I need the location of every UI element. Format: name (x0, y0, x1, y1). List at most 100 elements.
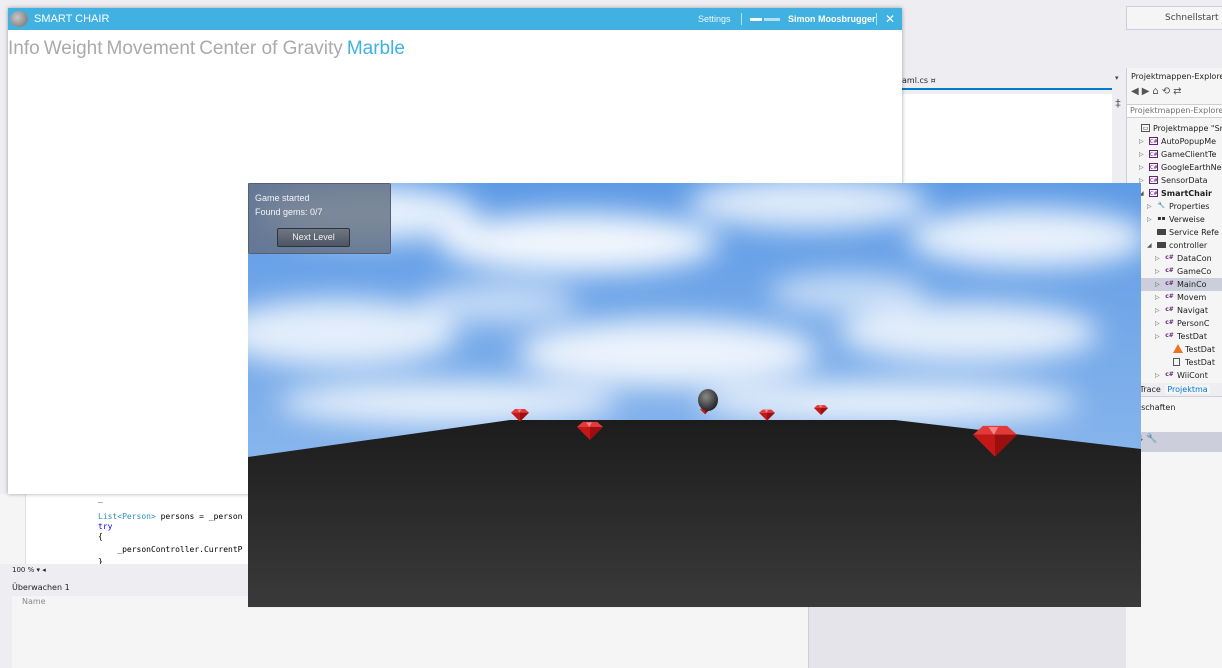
next-level-button[interactable]: Next Level (277, 228, 350, 247)
collapsed-arrow-icon[interactable]: ▷ (1155, 252, 1160, 265)
nav-tab-weight[interactable]: Weight (44, 38, 103, 59)
document-tab[interactable]: aml.cs ¤ (900, 74, 1112, 90)
nav-tab-info[interactable]: Info (8, 38, 40, 59)
cs-icon: c# (1165, 306, 1174, 313)
tree-item[interactable]: ▷ ▪▪ Verweise (1127, 213, 1222, 226)
tree-item-label: SensorData (1161, 176, 1208, 185)
code-margin (0, 494, 26, 564)
tree-item-label: MainCo (1177, 280, 1207, 289)
tree-item-label: Projektmappe "Sm (1153, 124, 1222, 133)
watch-column-name: Name (12, 596, 248, 608)
folder-icon (1157, 229, 1166, 235)
collapsed-arrow-icon[interactable]: ▷ (1155, 330, 1160, 343)
cone-icon (1173, 344, 1183, 353)
tree-item[interactable]: ▷ C# SensorData (1127, 174, 1222, 187)
marble-game-viewport[interactable]: Game started Found gems: 0/7 Next Level (248, 183, 1141, 607)
tree-item-label: Verweise (1169, 215, 1205, 224)
document-tab-label: aml.cs (902, 76, 929, 85)
title-separator (876, 13, 877, 25)
tree-item[interactable]: ▷ C# GameClientTe (1127, 148, 1222, 161)
nav-tab-movement[interactable]: Movement (107, 38, 196, 59)
tree-item[interactable]: ▷ c# DataCon (1127, 252, 1222, 265)
cs-icon: c# (1165, 280, 1174, 287)
csproj-icon: C# (1149, 150, 1158, 158)
zoom-dropdown-icon[interactable]: ▾ ◂ (36, 566, 45, 574)
tree-item-label: Navigat (1177, 306, 1208, 315)
tree-item[interactable]: Service Refe (1127, 226, 1222, 239)
tree-item[interactable]: ▷ 🔧 Properties (1127, 200, 1222, 213)
tab-solution-explorer[interactable]: Projektma (1165, 385, 1210, 394)
collapsed-arrow-icon[interactable]: ▷ (1147, 200, 1152, 213)
tree-item-label: TestDat (1177, 332, 1207, 341)
collapsed-arrow-icon[interactable]: ▷ (1139, 161, 1144, 174)
collapsed-arrow-icon[interactable]: ▷ (1155, 291, 1160, 304)
tree-item-label: SmartChair (1161, 189, 1212, 198)
collapsed-arrow-icon[interactable]: ▷ (1155, 278, 1160, 291)
zoom-level[interactable]: 100 % (12, 566, 34, 574)
solution-explorer-search-input[interactable]: Projektmappen-Explore (1127, 104, 1222, 118)
tree-item-label: Properties (1169, 202, 1210, 211)
tree-item-label: GameClientTe (1161, 150, 1217, 159)
tree-item[interactable]: ▷ C# AutoPopupMe (1127, 135, 1222, 148)
code-line: { (98, 532, 103, 541)
tree-item[interactable]: ▷ c# GameCo (1127, 265, 1222, 278)
cs-icon: c# (1165, 254, 1174, 261)
tree-item-label: DataCon (1177, 254, 1212, 263)
solution-icon: ▭ (1141, 124, 1150, 132)
title-bar: SMART CHAIR Settings Simon Moosbrugger ✕ (8, 8, 902, 30)
collapsed-arrow-icon[interactable]: ▷ (1139, 135, 1144, 148)
tree-item[interactable]: ▷ c# TestDat (1127, 330, 1222, 343)
tree-item[interactable]: ▷ c# WiiCont (1127, 369, 1222, 382)
tree-item[interactable]: TestDat (1127, 356, 1222, 369)
solution-explorer-title: Projektmappen-Explore (1131, 72, 1222, 81)
tree-item[interactable]: ▷ c# Navigat (1127, 304, 1222, 317)
tree-item-label: Service Refe (1169, 228, 1219, 237)
collapsed-arrow-icon[interactable]: ▷ (1155, 265, 1160, 278)
csproj-icon: C# (1149, 163, 1158, 171)
cs-icon: c# (1165, 371, 1174, 378)
watch-panel (12, 608, 808, 668)
floor-plane (248, 420, 1141, 607)
tree-item-label: Movem (1177, 293, 1207, 302)
code-line: _ (98, 494, 103, 503)
watch-panel-title[interactable]: Überwachen 1 (12, 582, 248, 594)
collapsed-arrow-icon[interactable]: ▷ (1155, 369, 1160, 382)
user-name[interactable]: Simon Moosbrugger (788, 8, 876, 30)
cs-icon: c# (1165, 267, 1174, 274)
document-tab-strip: aml.cs ¤ (900, 70, 1122, 90)
tree-item[interactable]: TestDat (1127, 343, 1222, 356)
settings-link[interactable]: Settings (698, 8, 731, 30)
tree-item[interactable]: ◢ controller (1127, 239, 1222, 252)
tree-item-label: PersonC (1177, 319, 1210, 328)
expanded-arrow-icon[interactable]: ◢ (1147, 239, 1152, 252)
app-title: SMART CHAIR (34, 13, 110, 25)
quick-launch-input[interactable]: Schnellstart (S (1126, 6, 1222, 30)
code-editor-visible[interactable] (900, 94, 1112, 194)
tree-item[interactable]: ◢ C# SmartChair (1127, 187, 1222, 200)
split-editor-icon[interactable]: ‡ (1112, 96, 1124, 112)
tree-item[interactable]: ▷ c# Movem (1127, 291, 1222, 304)
close-button[interactable]: ✕ (882, 8, 898, 30)
nav-tab-center-of-gravity[interactable]: Center of Gravity (199, 38, 343, 59)
collapsed-arrow-icon[interactable]: ▷ (1155, 317, 1160, 330)
code-line: } (98, 557, 103, 564)
tab-dropdown-icon[interactable]: ▾ (1115, 74, 1119, 82)
game-hud: Game started Found gems: 0/7 Next Level (248, 183, 391, 254)
code-line: try (98, 522, 113, 531)
collapsed-arrow-icon[interactable]: ▷ (1155, 304, 1160, 317)
tree-item[interactable]: ▭ Projektmappe "Sm (1127, 122, 1222, 135)
tree-item-label: GoogleEarthNe (1161, 163, 1222, 172)
solution-explorer-toolbar[interactable]: ◀▶⌂⟲⇄ (1131, 86, 1222, 100)
tree-item[interactable]: ▷ c# MainCo (1127, 278, 1222, 291)
nav-tab-marble[interactable]: Marble (347, 38, 405, 59)
cs-icon: c# (1165, 293, 1174, 300)
tree-item[interactable]: ▷ C# GoogleEarthNe (1127, 161, 1222, 174)
tree-item[interactable]: ▷ c# PersonC (1127, 317, 1222, 330)
zoom-bar: 100 % ▾ ◂ (12, 565, 248, 576)
code-editor[interactable]: _ List<Person> persons = _person try { _… (0, 494, 250, 564)
collapsed-arrow-icon[interactable]: ▷ (1147, 213, 1152, 226)
pin-icon[interactable]: ¤ (931, 76, 936, 85)
tree-item-label: controller (1169, 241, 1208, 250)
collapsed-arrow-icon[interactable]: ▷ (1139, 148, 1144, 161)
tree-item-label: GameCo (1177, 267, 1212, 276)
